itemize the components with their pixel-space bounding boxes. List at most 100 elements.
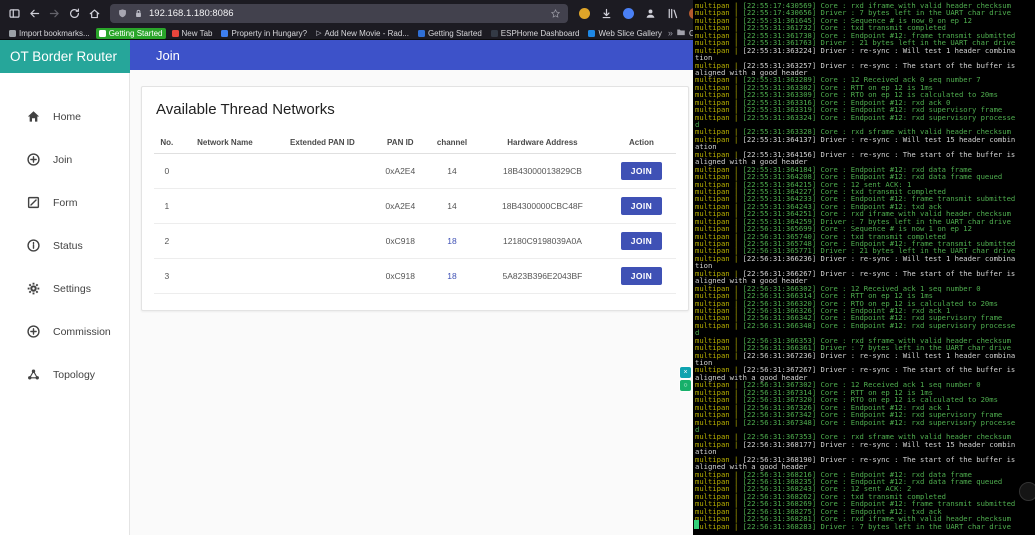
terminal-message: [22:55:31:363224] Driver : re-sync : Wil… [742, 45, 1016, 55]
sidebar-item-join[interactable]: Join [0, 138, 130, 181]
app-sidebar: OT Border Router Home Join Form Status Setti… [0, 40, 130, 535]
page-content: Available Thread Networks No. Network Nam… [130, 70, 693, 535]
firefox-view-icon[interactable] [5, 5, 23, 23]
bookmark-item[interactable]: Web Slice Gallery [585, 28, 664, 39]
row-no: 2 [154, 223, 180, 259]
bookmarks-bar-items: Import bookmarks... Getting Started New Ta… [6, 27, 665, 39]
settings-icon [26, 281, 41, 296]
sidebar-item-topology[interactable]: Topology [0, 353, 130, 396]
bookmark-label: ESPHome Dashboard [500, 28, 580, 38]
table-head: No. Network Name Extended PAN ID PAN ID chan… [154, 132, 676, 154]
bookmark-item[interactable]: New Tab [169, 28, 216, 39]
column-header: Network Name [179, 132, 271, 154]
terminal-line: multipan | [22:55:31:363324] Core : Endp… [695, 112, 1035, 122]
bookmark-favicon [490, 29, 498, 37]
row-hardware-address: 18B4300000CBC48F [478, 188, 607, 224]
bookmark-item[interactable]: ESPHome Dashboard [488, 28, 583, 39]
bookmarks-bar: Import bookmarks... Getting Started New Ta… [0, 27, 751, 40]
terminal-message: [22:56:31:366348] Core : Endpoint #12: r… [742, 320, 1016, 330]
reload-icon[interactable] [65, 5, 83, 23]
row-hardware-address: 5A823B396E2043BF [478, 258, 607, 294]
table-row: 3 0xC918 18 5A823B396E2043BF JOIN [154, 258, 676, 294]
join-button[interactable]: JOIN [620, 232, 663, 250]
terminal-message: [22:56:31:368283] Driver : 7 bytes left … [742, 521, 1011, 531]
join-button[interactable]: JOIN [620, 197, 663, 215]
table-body: 0 0xA2E4 14 18B43000013829CB JOIN 1 0xA2E4 14 18… [154, 153, 676, 294]
terminal-line: multipan | [22:56:31:366236] Driver : re… [695, 255, 1035, 262]
url-text[interactable]: 192.168.1.180:8086 [149, 8, 545, 19]
app-brand: OT Border Router [0, 40, 130, 73]
terminal-message: [22:56:31:367348] Core : Endpoint #12: r… [742, 417, 1016, 427]
page-header: Join [130, 40, 693, 70]
sidebar-item-label: Form [53, 196, 78, 209]
join-button[interactable]: JOIN [620, 162, 663, 180]
adblock-badge-icon[interactable] [575, 5, 593, 23]
sidebar-item-label: Home [53, 110, 82, 123]
floating-dark-button[interactable] [1019, 482, 1035, 501]
terminal-message: [22:55:31:363324] Core : Endpoint #12: r… [742, 112, 1016, 122]
shield-icon[interactable] [117, 8, 128, 19]
terminal-line: multipan | [22:56:31:368177] Driver : re… [695, 441, 1035, 448]
bookmark-item[interactable]: Import bookmarks... [6, 28, 93, 39]
address-bar[interactable]: 192.168.1.180:8086 [110, 4, 568, 23]
floating-tool-button-capture[interactable]: ○ [680, 380, 691, 391]
terminal-line: multipan | [22:55:31:363224] Driver : re… [695, 45, 1035, 55]
forward-icon[interactable] [45, 5, 63, 23]
web-page: OT Border Router Home Join Form Status Setti… [0, 40, 693, 535]
bookmark-item[interactable]: Getting Started [415, 28, 485, 39]
sidebar-item-label: Topology [53, 368, 96, 381]
join-button[interactable]: JOIN [620, 267, 663, 285]
sidebar-item-status[interactable]: Status [0, 224, 130, 267]
browser-toolbar: 192.168.1.180:8086 [0, 0, 743, 27]
terminal-output: multipan | [22:55:17:430569] Core : rxd … [695, 2, 1035, 530]
terminal-line: multipan | [22:56:31:367236] Driver : re… [695, 351, 1035, 359]
terminal-window[interactable]: multipan | [22:55:17:430569] Core : rxd … [693, 0, 1035, 535]
adblock-badge-icon [578, 8, 590, 19]
row-pan-id: 0xA2E4 [374, 153, 426, 189]
bookmark-favicon [221, 29, 229, 37]
sidebar-item-settings[interactable]: Settings [0, 267, 130, 310]
home-icon[interactable] [85, 5, 103, 23]
home-icon [26, 109, 41, 124]
app-badge-icon [622, 8, 634, 19]
row-network-name [179, 188, 271, 224]
column-header: Action [606, 132, 676, 154]
sidebar-item-label: Settings [53, 282, 91, 295]
row-ext-pan-id [270, 258, 375, 294]
download-icon[interactable] [597, 5, 615, 23]
card-title: Available Thread Networks [156, 101, 335, 118]
main-area: Join Available Thread Networks No. Networ… [130, 40, 693, 535]
lock-icon[interactable] [133, 8, 144, 19]
table-row: 2 0xC918 18 12180C9198039A0A JOIN [154, 223, 676, 259]
terminal-service-name: multipan | [695, 320, 743, 330]
sidebar-item-home[interactable]: Home [0, 95, 130, 138]
bookmark-item[interactable]: ▷ Add New Movie - Rad... [313, 28, 412, 39]
terminal-cursor [694, 520, 699, 529]
bookmark-item[interactable]: Property in Hungary? [218, 28, 310, 39]
app-badge-icon[interactable] [619, 5, 637, 23]
row-hardware-address: 18B43000013829CB [478, 153, 607, 189]
bookmark-item[interactable]: Getting Started [95, 27, 166, 39]
row-pan-id: 0xC918 [374, 258, 426, 294]
column-header: Extended PAN ID [270, 132, 375, 154]
terminal-service-name: multipan | [695, 521, 743, 531]
terminal-line: multipan | [22:56:31:367348] Core : Endp… [695, 417, 1035, 427]
row-no: 3 [154, 258, 180, 294]
terminal-message: [22:55:31:364137] Driver : re-sync : Wil… [742, 134, 1016, 144]
terminal-line: multipan | [22:56:31:368283] Driver : 7 … [695, 521, 1035, 531]
browser-window: 192.168.1.180:8086 Import bookmarks... Ge… [0, 0, 751, 535]
sidebar-item-form[interactable]: Form [0, 181, 130, 224]
row-channel: 14 [425, 153, 478, 189]
sidebar-item-commission[interactable]: Commission [0, 310, 130, 353]
screen: 192.168.1.180:8086 Import bookmarks... Ge… [0, 0, 1035, 535]
bookmark-favicon [171, 29, 179, 37]
row-hardware-address: 12180C9198039A0A [478, 223, 607, 259]
back-icon[interactable] [25, 5, 43, 23]
row-no: 1 [154, 188, 180, 224]
chevron-overflow-icon[interactable]: » [668, 28, 673, 38]
account-icon[interactable] [641, 5, 659, 23]
library-icon[interactable] [663, 5, 681, 23]
bookmark-star-icon[interactable] [550, 8, 561, 19]
bookmark-favicon [98, 29, 106, 37]
floating-tool-button-close[interactable]: × [680, 367, 691, 378]
